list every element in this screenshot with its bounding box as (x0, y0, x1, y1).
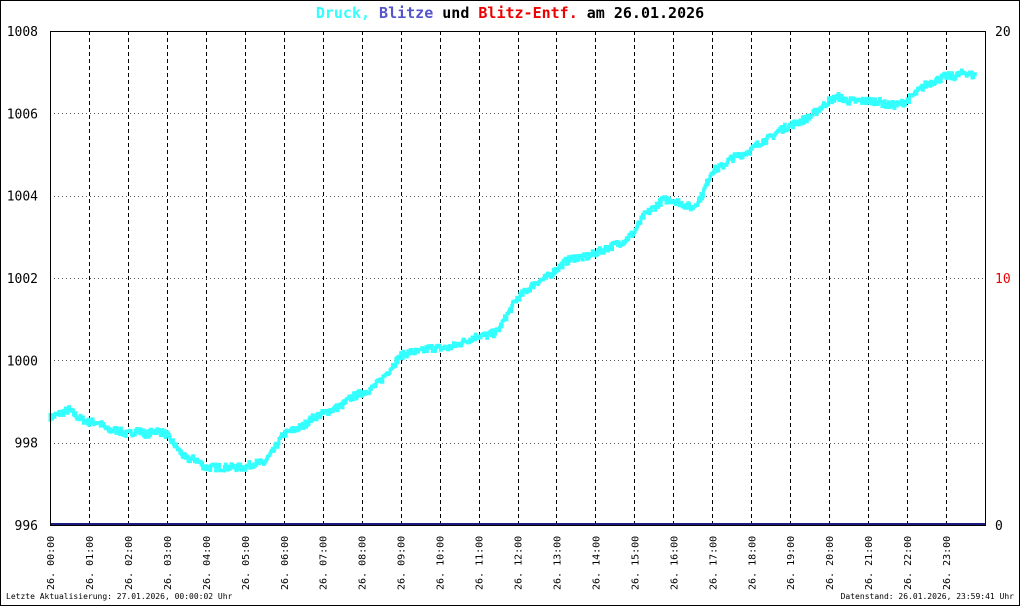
x-tick-label: 26. 20:00 (825, 536, 836, 590)
x-tick-label: 26. 16:00 (669, 536, 680, 590)
pressure-lightning-chart: 996 998 1000 1002 1004 1006 1008 0 10 20 26. 00:00… (7, 25, 1011, 590)
label-layer: 996 998 1000 1002 1004 1006 1008 0 10 20 26. 00:00… (7, 25, 1011, 590)
x-tick-label: 26. 04:00 (202, 536, 213, 590)
right-y-tick-label: 20 (995, 25, 1011, 40)
x-tick-label: 26. 06:00 (280, 536, 291, 590)
x-tick-label: 26. 07:00 (319, 536, 330, 590)
x-tick-label: 26. 02:00 (124, 536, 135, 590)
x-tick-label: 26. 03:00 (163, 536, 174, 590)
x-tick-label: 26. 08:00 (358, 536, 369, 590)
grid-layer (50, 31, 985, 525)
left-y-tick-label: 1000 (7, 354, 38, 369)
x-tick-label: 26. 23:00 (942, 536, 953, 590)
x-tick-label: 26. 19:00 (786, 536, 797, 590)
pressure-line (48, 68, 977, 473)
right-y-tick-label: 0 (995, 519, 1003, 534)
x-tick-label: 26. 18:00 (747, 536, 758, 590)
series-layer (48, 68, 985, 526)
x-tick-label: 26. 13:00 (552, 536, 563, 590)
x-tick-label: 26. 14:00 (591, 536, 602, 590)
x-tick-label: 26. 21:00 (864, 536, 875, 590)
x-tick-label: 26. 09:00 (397, 536, 408, 590)
data-status-text: Datenstand: 26.01.2026, 23:59:41 Uhr (840, 592, 1014, 601)
left-y-tick-label: 1002 (7, 272, 38, 287)
x-tick-label: 26. 01:00 (85, 536, 96, 590)
left-y-tick-label: 1004 (7, 190, 38, 205)
left-y-tick-label: 996 (15, 519, 38, 534)
x-tick-label: 26. 05:00 (241, 536, 252, 590)
left-y-tick-label: 1008 (7, 25, 38, 40)
x-tick-label: 26. 10:00 (436, 536, 447, 590)
x-tick-label: 26. 11:00 (475, 536, 486, 590)
x-tick-label: 26. 17:00 (708, 536, 719, 590)
left-y-tick-label: 998 (15, 437, 38, 452)
left-y-tick-label: 1006 (7, 107, 38, 122)
x-tick-label: 26. 00:00 (46, 536, 57, 590)
x-tick-label: 26. 12:00 (514, 536, 525, 590)
last-update-text: Letzte Aktualisierung: 27.01.2026, 00:00… (6, 592, 233, 601)
right-y-tick-label: 10 (995, 272, 1011, 287)
x-tick-label: 26. 15:00 (630, 536, 641, 590)
x-tick-label: 26. 22:00 (903, 536, 914, 590)
